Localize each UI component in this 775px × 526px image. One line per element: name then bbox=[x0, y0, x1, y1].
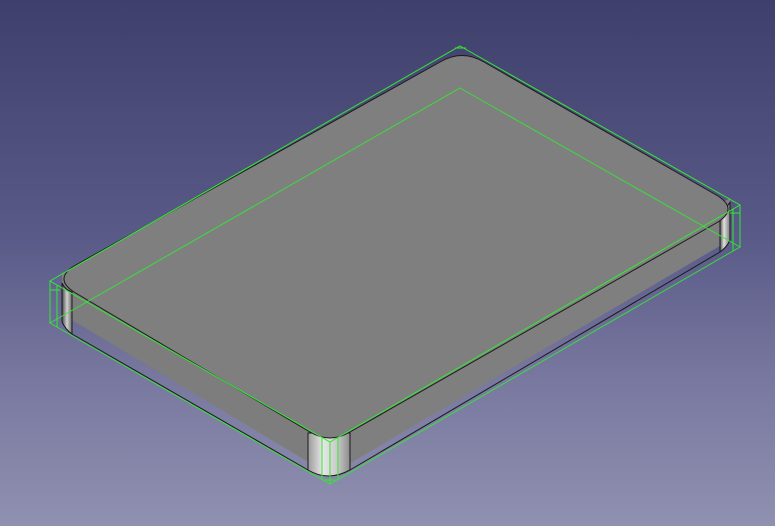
3d-viewport[interactable] bbox=[0, 0, 775, 526]
plate-top-face[interactable] bbox=[63, 55, 729, 439]
3d-scene[interactable] bbox=[0, 0, 775, 526]
plate-corner-front[interactable] bbox=[307, 432, 351, 477]
